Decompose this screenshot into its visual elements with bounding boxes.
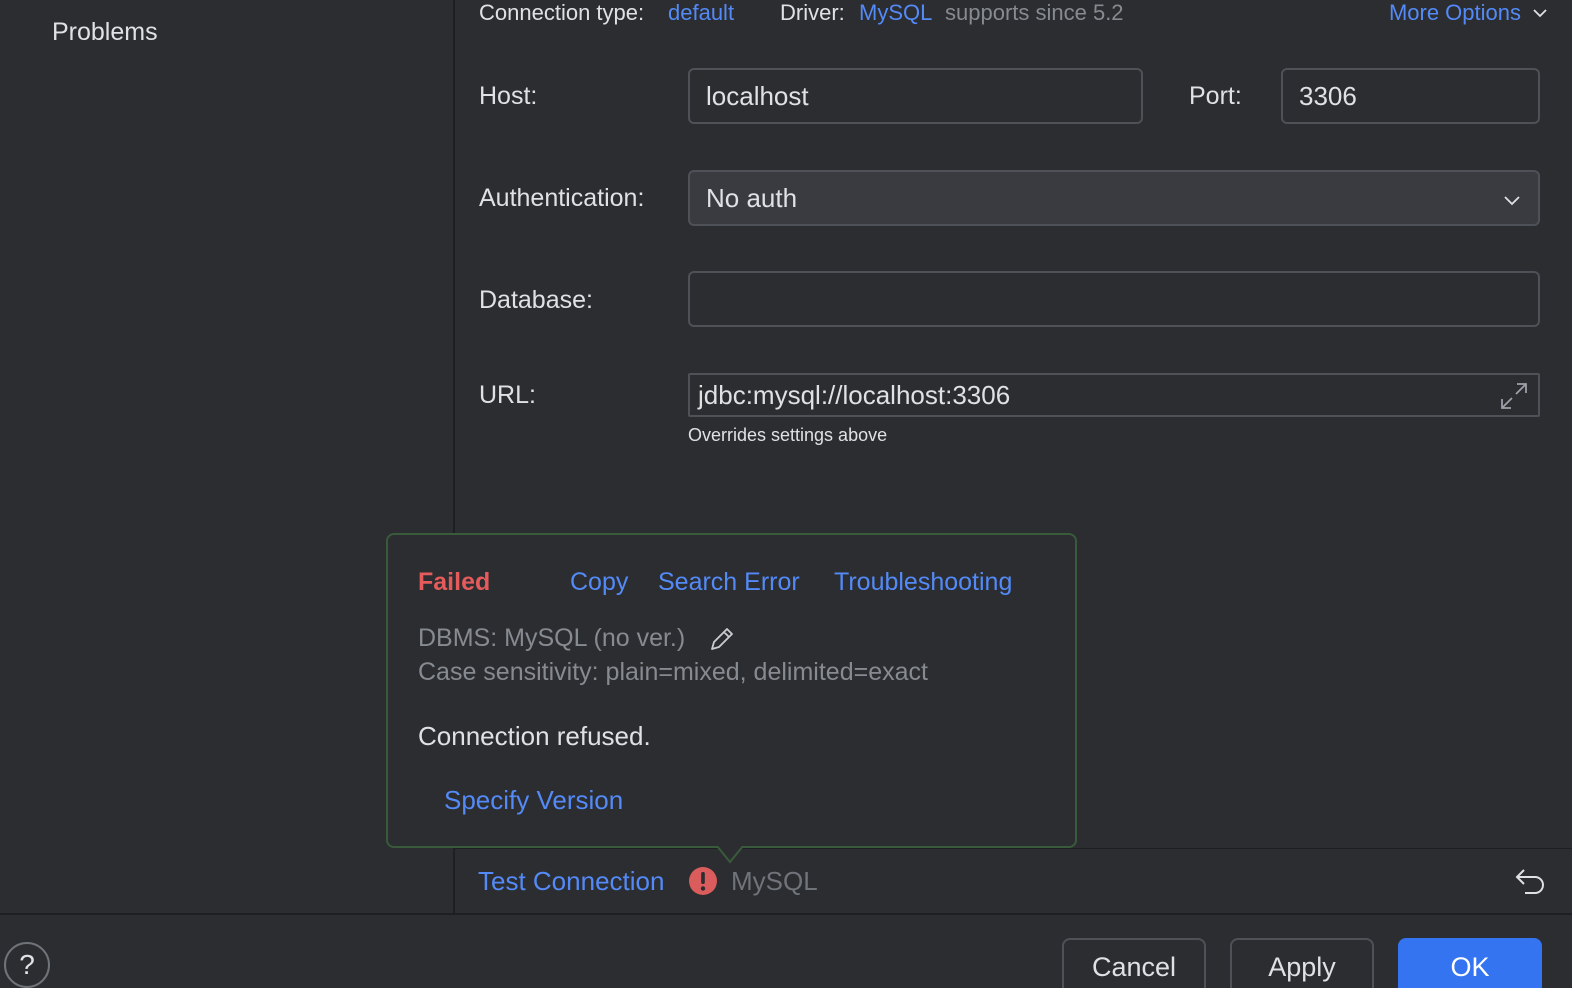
- database-label: Database:: [479, 286, 593, 314]
- specify-version-link[interactable]: Specify Version: [444, 785, 623, 816]
- status-divider: [455, 848, 1572, 849]
- more-options-button[interactable]: More Options: [1389, 0, 1549, 26]
- search-error-link[interactable]: Search Error: [658, 568, 800, 597]
- database-input[interactable]: [688, 271, 1540, 327]
- connection-type-label: Connection type:: [479, 0, 645, 25]
- pencil-icon[interactable]: [708, 625, 736, 653]
- test-connection-popup: Failed Copy Search Error Troubleshooting…: [386, 533, 1077, 848]
- troubleshooting-link[interactable]: Troubleshooting: [834, 568, 1012, 597]
- url-value: jdbc:mysql://localhost:3306: [698, 379, 1011, 410]
- more-options-label: More Options: [1388, 0, 1521, 25]
- driver-link[interactable]: MySQL: [859, 0, 932, 26]
- driver-support-text: supports since 5.2: [945, 0, 1124, 25]
- test-connection-link[interactable]: Test Connection: [478, 866, 664, 897]
- apply-button[interactable]: Apply: [1230, 938, 1374, 988]
- cancel-button[interactable]: Cancel: [1062, 938, 1206, 988]
- undo-icon[interactable]: [1513, 864, 1547, 898]
- status-failed-label: Failed: [418, 568, 491, 596]
- url-hint: Overrides settings above: [688, 425, 888, 445]
- url-input[interactable]: jdbc:mysql://localhost:3306: [688, 373, 1540, 417]
- popup-pointer: [717, 846, 743, 864]
- connection-info-row: Connection type: default Driver: MySQL s…: [479, 0, 1549, 26]
- port-value: 3306: [1299, 80, 1357, 111]
- port-input[interactable]: 3306: [1281, 68, 1540, 124]
- host-input[interactable]: localhost: [688, 68, 1143, 124]
- host-label: Host:: [479, 82, 538, 110]
- url-label: URL:: [479, 381, 536, 409]
- driver-name-label: MySQL: [731, 866, 818, 896]
- connection-type-link[interactable]: default: [668, 0, 734, 26]
- host-value: localhost: [706, 80, 809, 111]
- footer-divider: [0, 913, 1572, 915]
- help-button[interactable]: ?: [4, 942, 50, 988]
- error-message: Connection refused.: [418, 721, 651, 751]
- error-icon[interactable]: [688, 866, 718, 896]
- authentication-select[interactable]: No auth: [688, 170, 1540, 226]
- chevron-down-icon: [1533, 9, 1547, 18]
- sidebar-item-problems[interactable]: Problems: [52, 18, 158, 47]
- chevron-down-icon: [1504, 196, 1520, 206]
- copy-link[interactable]: Copy: [570, 568, 628, 597]
- case-sensitivity-info: Case sensitivity: plain=mixed, delimited…: [418, 658, 928, 686]
- ok-button[interactable]: OK: [1398, 938, 1542, 988]
- data-source-dialog: Problems Connection type: default Driver…: [0, 0, 1572, 988]
- dbms-info: DBMS: MySQL (no ver.): [418, 624, 686, 652]
- authentication-label: Authentication:: [479, 184, 645, 212]
- authentication-value: No auth: [706, 182, 798, 213]
- driver-label: Driver:: [780, 0, 845, 25]
- expand-icon[interactable]: [1498, 380, 1530, 412]
- port-label: Port:: [1189, 82, 1242, 110]
